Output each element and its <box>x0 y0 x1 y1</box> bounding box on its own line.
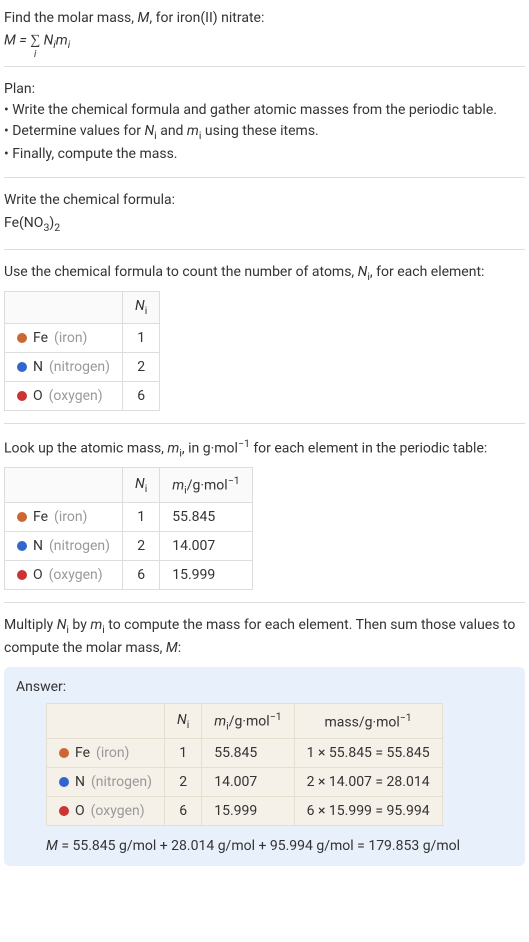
divider <box>4 423 525 424</box>
m-value: 15.999 <box>202 797 294 826</box>
element-cell: O (oxygen) <box>5 561 123 590</box>
m-value: 14.007 <box>202 768 294 797</box>
table-header-row: Ni mi/g·mol−1 mass/g·mol−1 <box>47 703 443 738</box>
element-cell: O (oxygen) <box>47 797 165 826</box>
answer-table: Ni mi/g·mol−1 mass/g·mol−1 Fe (iron) 1 5… <box>46 703 443 826</box>
table-row: O (oxygen) 6 15.999 6 × 15.999 = 95.994 <box>47 797 443 826</box>
m-value: 14.007 <box>160 532 252 561</box>
table-row: N (nitrogen) 2 14.007 2 × 14.007 = 28.01… <box>47 768 443 797</box>
intro-line: Find the molar mass, M, for iron(II) nit… <box>4 8 525 29</box>
element-dot-icon <box>59 777 69 787</box>
table-row: Fe (iron) 1 <box>5 323 160 352</box>
atomic-mass-section: Look up the atomic mass, mi, in g·mol−1 … <box>4 436 525 591</box>
formula-m: m <box>56 32 68 48</box>
final-result: M = 55.845 g/mol + 28.014 g/mol + 95.994… <box>46 838 513 854</box>
atomic-mass-table: Ni mi/g·mol−1 Fe (iron) 1 55.845 N (nitr… <box>4 467 253 590</box>
n-value: 1 <box>165 739 202 768</box>
element-dot-icon <box>17 391 27 401</box>
table-row: O (oxygen) 6 15.999 <box>5 561 253 590</box>
divider <box>4 66 525 67</box>
element-dot-icon <box>17 570 27 580</box>
n-value: 2 <box>165 768 202 797</box>
n-value: 6 <box>165 797 202 826</box>
formula-n: N <box>40 32 53 48</box>
element-dot-icon <box>59 806 69 816</box>
n-value: 1 <box>123 503 160 532</box>
calc-value: 1 × 55.845 = 55.845 <box>294 739 442 768</box>
table-header-row: Ni <box>5 291 160 323</box>
divider <box>4 602 525 603</box>
element-dot-icon <box>17 541 27 551</box>
intro-section: Find the molar mass, M, for iron(II) nit… <box>4 8 525 54</box>
table-header-row: Ni mi/g·mol−1 <box>5 467 253 502</box>
divider <box>4 177 525 178</box>
empty-header <box>5 291 123 323</box>
n-value: 2 <box>123 532 160 561</box>
count-atoms-table: Ni Fe (iron) 1 N (nitrogen) 2 O (oxygen)… <box>4 291 160 411</box>
table-row: N (nitrogen) 2 14.007 <box>5 532 253 561</box>
table-row: O (oxygen) 6 <box>5 381 160 410</box>
answer-box: Answer: Ni mi/g·mol−1 mass/g·mol−1 Fe (i… <box>4 667 525 866</box>
multiply-section: Multiply Ni by mi to compute the mass fo… <box>4 615 525 866</box>
element-cell: N (nitrogen) <box>47 768 165 797</box>
intro-suffix: , for iron(II) nitrate: <box>149 10 264 26</box>
count-atoms-section: Use the chemical formula to count the nu… <box>4 262 525 410</box>
write-formula-heading: Write the chemical formula: <box>4 190 525 211</box>
answer-label: Answer: <box>16 679 513 695</box>
plan-bullet-2: • Determine values for Ni and mi using t… <box>4 121 525 144</box>
element-dot-icon <box>59 748 69 758</box>
intro-var-m: M <box>138 10 150 26</box>
m-value: 15.999 <box>160 561 252 590</box>
formula-m-sub: i <box>68 38 70 51</box>
intro-prefix: Find the molar mass, <box>4 10 138 26</box>
element-cell: Fe (iron) <box>5 323 123 352</box>
mass-header: mass/g·mol−1 <box>294 703 442 738</box>
n-header: Ni <box>165 703 202 738</box>
atomic-mass-heading: Look up the atomic mass, mi, in g·mol−1 … <box>4 436 525 461</box>
element-cell: N (nitrogen) <box>5 532 123 561</box>
plan-heading: Plan: <box>4 79 525 100</box>
element-dot-icon <box>17 512 27 522</box>
m-value: 55.845 <box>202 739 294 768</box>
m-header: mi/g·mol−1 <box>202 703 294 738</box>
write-formula-section: Write the chemical formula: Fe(NO3)2 <box>4 190 525 238</box>
formula-eq: = <box>16 32 30 48</box>
table-row: N (nitrogen) 2 <box>5 352 160 381</box>
element-dot-icon <box>17 333 27 343</box>
element-cell: N (nitrogen) <box>5 352 123 381</box>
element-cell: Fe (iron) <box>5 503 123 532</box>
molar-mass-formula: M = ∑i Nimi <box>4 29 525 54</box>
empty-header <box>47 703 165 738</box>
calc-value: 6 × 15.999 = 95.994 <box>294 797 442 826</box>
sigma-sub: i <box>34 47 36 63</box>
element-dot-icon <box>17 362 27 372</box>
n-value: 1 <box>123 323 160 352</box>
n-value: 6 <box>123 561 160 590</box>
n-value: 2 <box>123 352 160 381</box>
n-header: Ni <box>123 291 160 323</box>
chemical-formula: Fe(NO3)2 <box>4 211 525 238</box>
multiply-text: Multiply Ni by mi to compute the mass fo… <box>4 615 525 659</box>
empty-header <box>5 467 123 502</box>
n-header: Ni <box>123 467 160 502</box>
plan-section: Plan: • Write the chemical formula and g… <box>4 79 525 165</box>
plan-bullet-3: • Finally, compute the mass. <box>4 144 525 165</box>
count-atoms-heading: Use the chemical formula to count the nu… <box>4 262 525 285</box>
calc-value: 2 × 14.007 = 28.014 <box>294 768 442 797</box>
table-row: Fe (iron) 1 55.845 1 × 55.845 = 55.845 <box>47 739 443 768</box>
m-header: mi/g·mol−1 <box>160 467 252 502</box>
element-cell: Fe (iron) <box>47 739 165 768</box>
n-value: 6 <box>123 381 160 410</box>
plan-bullet-1: • Write the chemical formula and gather … <box>4 100 525 121</box>
formula-lhs: M <box>4 32 16 48</box>
divider <box>4 249 525 250</box>
element-cell: O (oxygen) <box>5 381 123 410</box>
table-row: Fe (iron) 1 55.845 <box>5 503 253 532</box>
m-value: 55.845 <box>160 503 252 532</box>
